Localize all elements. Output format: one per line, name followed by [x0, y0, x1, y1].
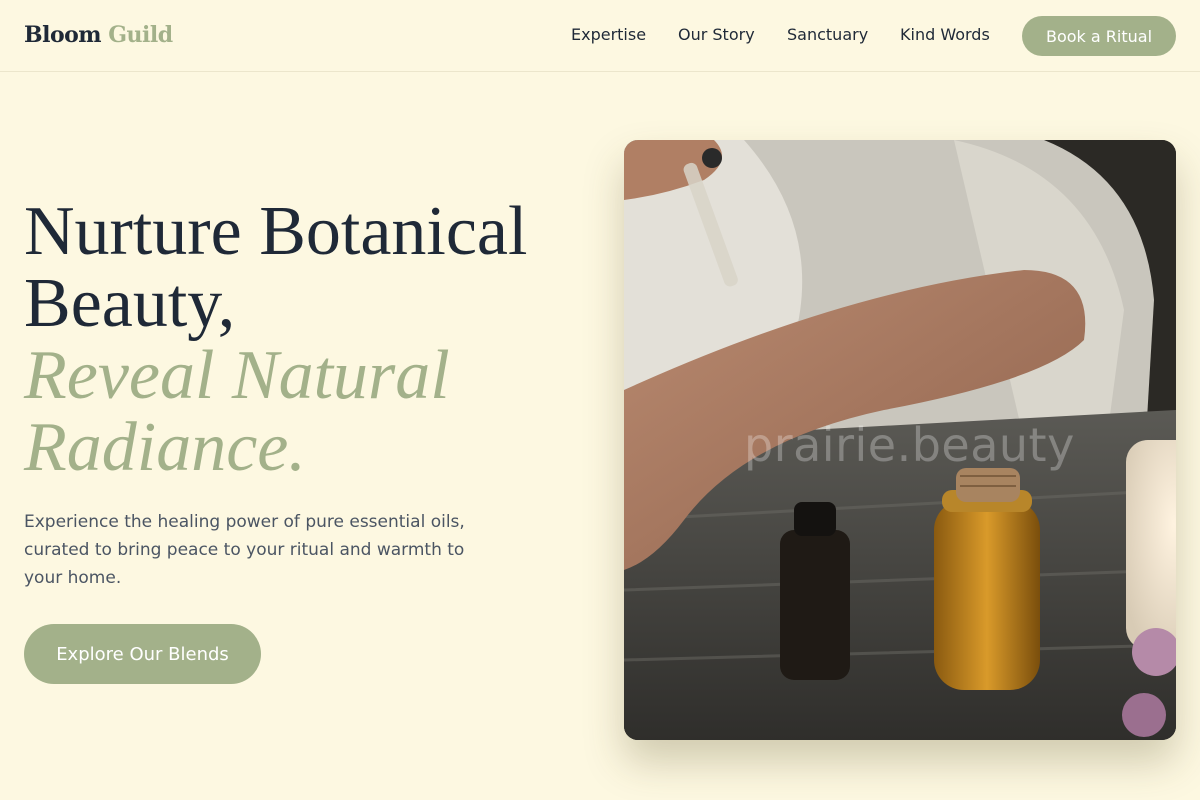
hero-title-line2: Beauty,: [24, 265, 236, 342]
brand-name-part2: Guild: [108, 22, 173, 48]
hero-lead-text: Experience the healing power of pure ess…: [24, 512, 465, 588]
nav-link-kind-words[interactable]: Kind Words: [900, 25, 990, 44]
nav-link-expertise[interactable]: Expertise: [571, 25, 646, 44]
hero-title: Nurture Botanical Beauty, Reveal Natural…: [24, 196, 604, 484]
brand-logo[interactable]: Bloom Guild: [24, 22, 173, 48]
top-nav: Bloom Guild Expertise Our Story Sanctuar…: [0, 0, 1200, 72]
hero-title-line1: Nurture Botanical: [24, 193, 528, 270]
hero-accent-line1: Reveal Natural: [24, 337, 450, 414]
image-watermark: prairie.beauty: [744, 418, 1075, 472]
hero-accent-line2: Radiance.: [24, 409, 306, 486]
nav-link-our-story[interactable]: Our Story: [678, 25, 755, 44]
explore-blends-button[interactable]: Explore Our Blends: [24, 624, 261, 684]
nav-link-sanctuary[interactable]: Sanctuary: [787, 25, 868, 44]
brand-name-part1: Bloom: [24, 22, 102, 48]
book-ritual-button[interactable]: Book a Ritual: [1022, 16, 1176, 56]
